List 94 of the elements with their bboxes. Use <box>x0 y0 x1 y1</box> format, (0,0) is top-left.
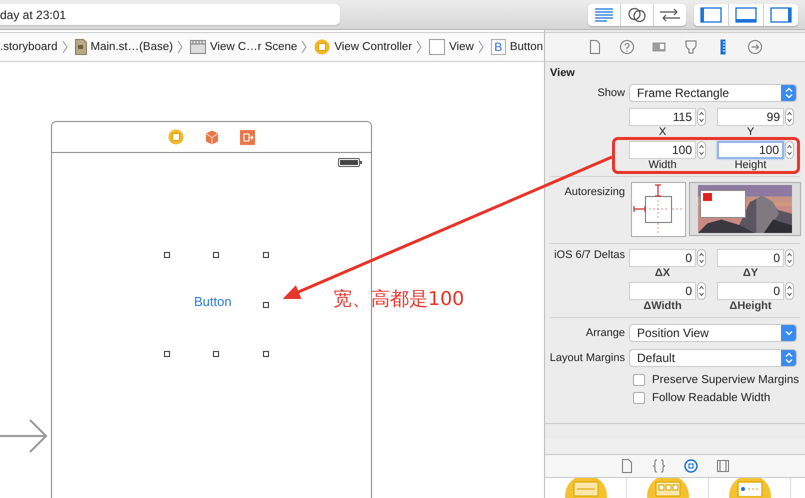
panel-toggle-button[interactable] <box>764 4 798 26</box>
field-caption: Height <box>734 159 768 172</box>
number-field[interactable]: 0 <box>629 249 696 267</box>
number-field[interactable]: 0 <box>717 249 784 267</box>
button-glyph-icon: B <box>490 39 506 55</box>
stepper-icon[interactable] <box>697 282 706 300</box>
field-caption: ΔX <box>654 267 672 280</box>
resize-handle[interactable] <box>164 351 170 357</box>
number-field[interactable]: 100 <box>717 141 784 159</box>
right-panel-icon <box>770 6 792 22</box>
target-icon <box>684 459 698 473</box>
field-label: iOS 6/7 Deltas <box>553 249 626 263</box>
checkbox[interactable] <box>633 392 645 404</box>
number-field[interactable]: 0 <box>629 282 696 300</box>
show-popup[interactable]: Frame Rectangle <box>629 84 797 102</box>
view-icon <box>429 39 446 55</box>
breadcrumb-item[interactable]: View C…r Scene <box>210 41 298 53</box>
resize-handle[interactable] <box>164 252 170 258</box>
updown-icon <box>781 350 796 366</box>
number-field[interactable]: 115 <box>629 108 696 126</box>
breadcrumb-item[interactable]: View <box>449 41 474 53</box>
stepper-icon[interactable] <box>697 249 706 267</box>
resize-handle[interactable] <box>263 351 269 357</box>
lines-icon <box>594 8 614 22</box>
exit-icon[interactable] <box>240 130 255 144</box>
number-field[interactable]: 99 <box>717 108 784 126</box>
view-preview-icon <box>700 190 746 218</box>
panel-icon <box>716 459 730 473</box>
checkbox[interactable] <box>633 374 645 386</box>
checkbox-label[interactable]: Preserve Superview Margins <box>652 374 800 386</box>
document-icon <box>74 39 87 55</box>
checkbox-label[interactable]: Follow Readable Width <box>652 392 770 404</box>
margins-popup[interactable]: Default <box>629 349 797 367</box>
autoresizing-drawing <box>631 182 686 237</box>
field-caption: ΔWidth <box>642 300 683 313</box>
entry-arrow <box>0 419 48 453</box>
panel-toggle-button[interactable] <box>694 4 728 26</box>
braces-icon <box>652 459 666 473</box>
circles-icon <box>627 6 647 22</box>
inspector-tab[interactable] <box>745 37 765 57</box>
field-label: Arrange <box>584 327 626 339</box>
stepper-icon[interactable] <box>785 249 794 267</box>
field-caption: X <box>658 126 668 139</box>
button-label[interactable]: Button <box>194 294 232 309</box>
field-caption: Width <box>647 159 678 172</box>
chevron-down-icon <box>781 325 796 341</box>
field-label: Layout Margins <box>548 352 626 364</box>
scene-icon <box>190 40 206 54</box>
shield-icon <box>683 39 699 55</box>
field-label: Show <box>596 87 626 99</box>
breadcrumb-item[interactable]: View Controller <box>334 41 412 53</box>
cube-icon[interactable] <box>205 130 219 144</box>
controller-icon <box>314 39 330 55</box>
stepper-icon[interactable] <box>697 141 706 159</box>
stepper-icon[interactable] <box>697 108 706 126</box>
number-field[interactable]: 0 <box>717 282 784 300</box>
stepper-icon[interactable] <box>785 108 794 126</box>
library-object-icon[interactable] <box>728 478 772 498</box>
field-caption: ΔHeight <box>728 300 773 313</box>
arrows-icon <box>659 8 681 22</box>
arrange-popup[interactable]: Position View <box>629 324 797 342</box>
chevron-icon <box>416 40 422 54</box>
chevron-icon <box>301 40 308 54</box>
arrow-circle-icon <box>747 39 763 55</box>
chevron-icon <box>176 40 183 54</box>
inspector-tab[interactable] <box>617 37 637 57</box>
chevron-icon <box>478 40 484 54</box>
left-panel-icon <box>700 6 722 22</box>
editor-mode-button[interactable] <box>588 4 620 26</box>
document-icon <box>587 39 603 55</box>
field-caption: Y <box>746 126 756 139</box>
help-icon <box>619 39 635 55</box>
editor-mode-button[interactable] <box>621 4 653 26</box>
updown-icon <box>781 85 796 101</box>
resize-handle[interactable] <box>263 252 269 258</box>
stepper-icon[interactable] <box>785 282 794 300</box>
breadcrumb-item[interactable]: .storyboard <box>0 41 58 53</box>
resize-handle[interactable] <box>213 252 219 258</box>
stepper-icon[interactable] <box>785 141 794 159</box>
field-label: Autoresizing <box>563 186 626 198</box>
editor-mode-button[interactable] <box>654 4 686 26</box>
status-field: day at 23:01 <box>0 4 340 25</box>
resize-handle[interactable] <box>213 351 219 357</box>
panel-toggle-button[interactable] <box>729 4 763 26</box>
field-caption: ΔY <box>742 267 760 280</box>
number-field[interactable]: 100 <box>629 141 696 159</box>
chevron-icon <box>62 40 68 54</box>
document-icon <box>620 459 634 473</box>
bottom-panel-icon <box>735 6 757 22</box>
section-title: View <box>549 67 576 79</box>
breadcrumb-item[interactable]: Button <box>510 41 544 53</box>
breadcrumb-item[interactable]: Main.st…(Base) <box>90 41 173 53</box>
resize-handle[interactable] <box>263 302 269 308</box>
battery-icon <box>338 158 362 167</box>
